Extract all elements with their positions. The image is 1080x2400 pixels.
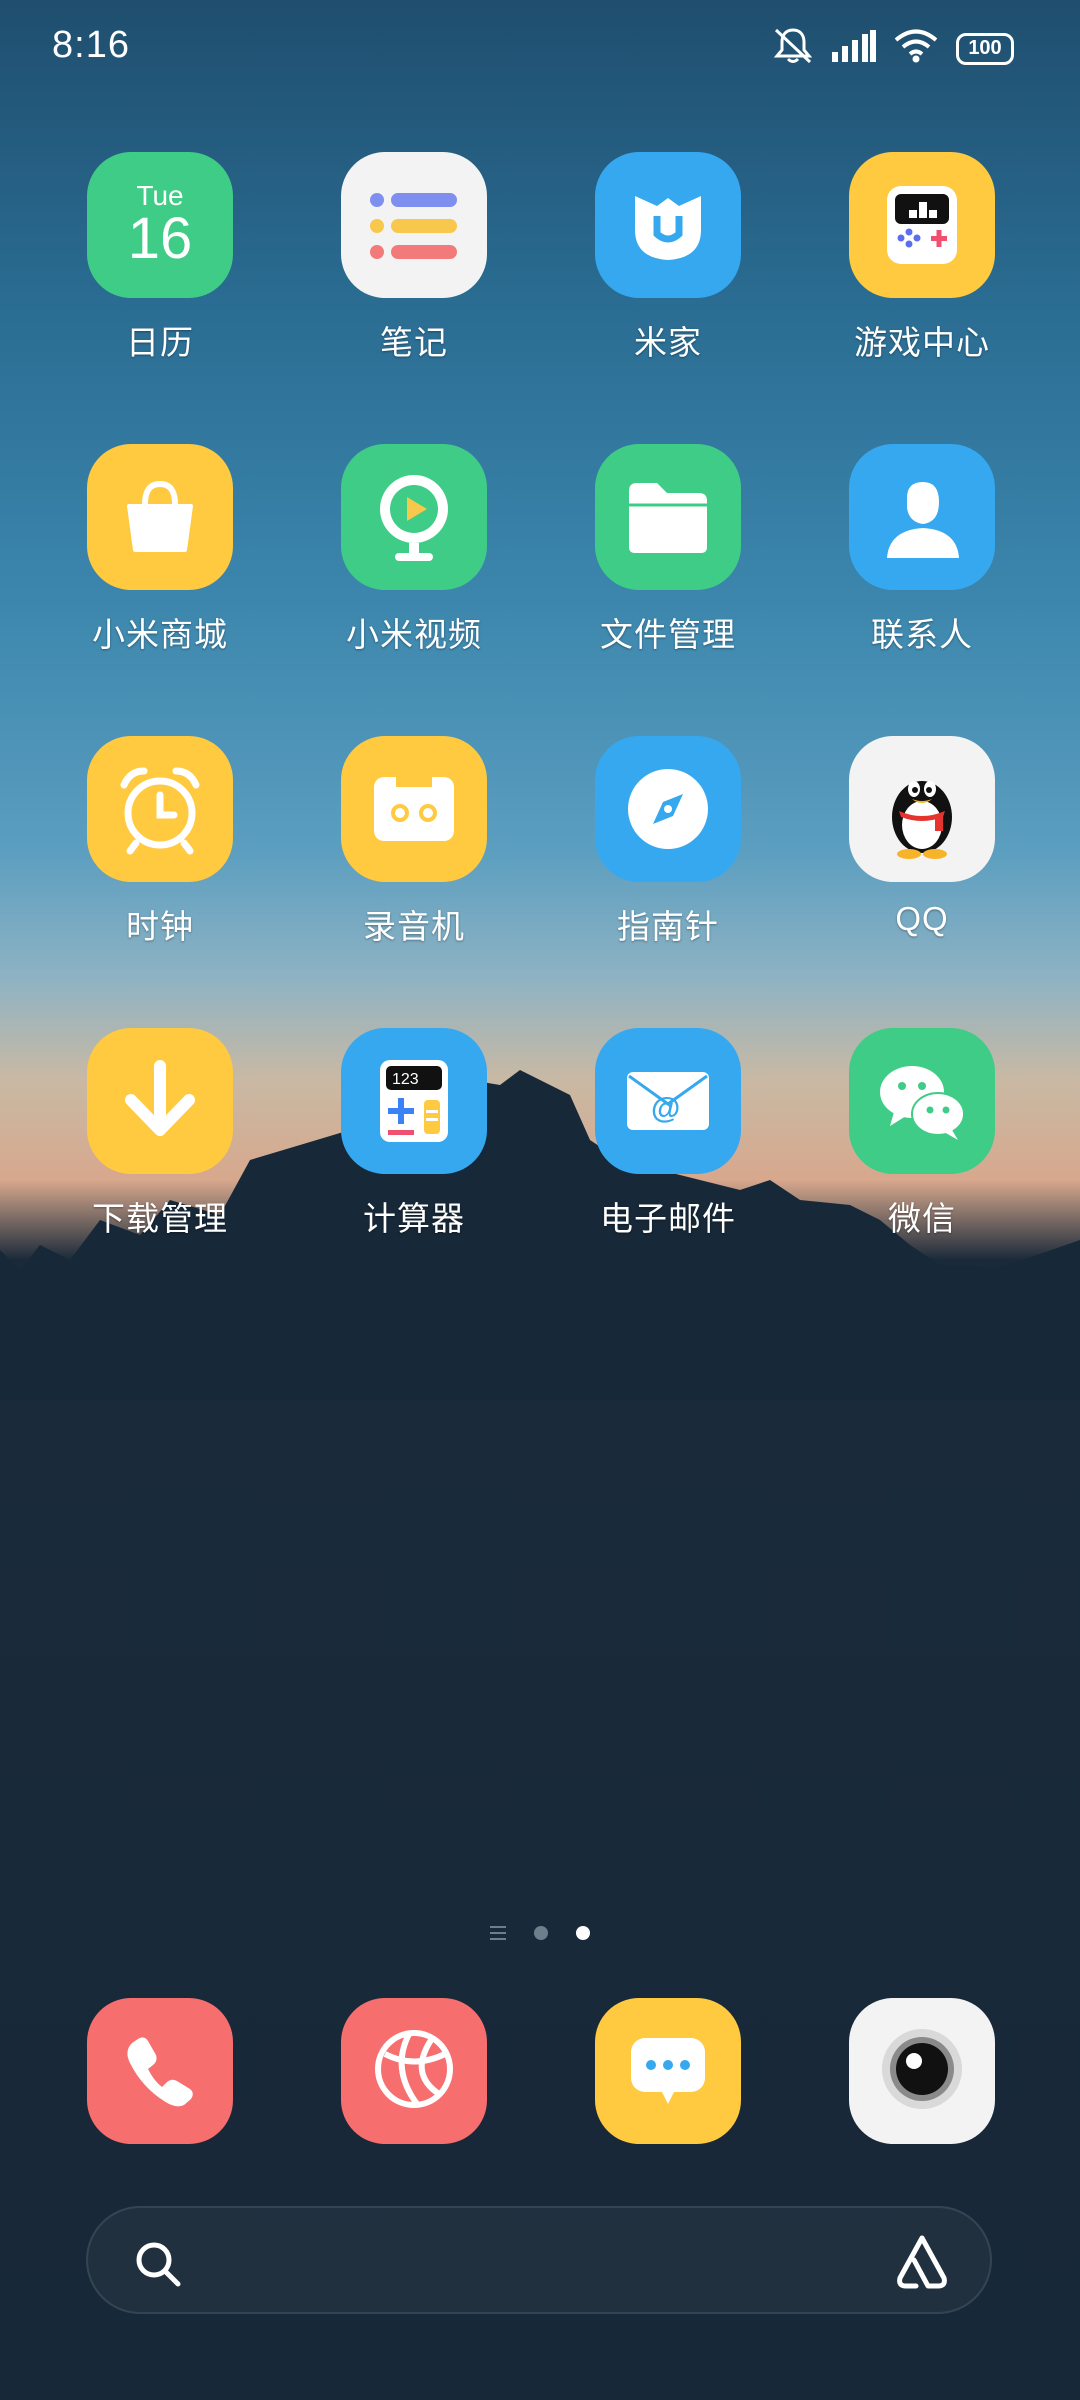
app-contacts[interactable]: 联系人	[795, 444, 1049, 684]
app-label: 录音机	[363, 908, 465, 945]
app-mi-video[interactable]: 小米视频	[287, 444, 541, 684]
app-label: 指南针	[617, 908, 719, 945]
calendar-date: 16	[127, 206, 193, 271]
email-icon: @	[595, 1028, 741, 1174]
messages-icon	[623, 2024, 713, 2119]
page-dot-2[interactable]	[576, 1926, 590, 1940]
app-wechat[interactable]: 微信	[795, 1028, 1049, 1268]
app-notes[interactable]: 笔记	[287, 152, 541, 392]
search-bar[interactable]	[86, 2206, 992, 2314]
app-file-manager[interactable]: 文件管理	[541, 444, 795, 684]
app-drawer-indicator-icon[interactable]	[490, 1926, 506, 1940]
compass-icon	[595, 736, 741, 882]
page-indicator[interactable]	[0, 1926, 1080, 1940]
file-manager-icon	[595, 444, 741, 590]
app-label: 米家	[634, 324, 702, 361]
svg-text:@: @	[651, 1092, 680, 1125]
app-calculator[interactable]: 123 计算器	[287, 1028, 541, 1268]
app-download[interactable]: 下载管理	[33, 1028, 287, 1268]
app-label: 联系人	[871, 616, 973, 653]
app-recorder[interactable]: 录音机	[287, 736, 541, 976]
battery-icon: 100	[956, 32, 1014, 65]
mi-store-icon	[87, 444, 233, 590]
app-email[interactable]: @ 电子邮件	[541, 1028, 795, 1268]
status-bar: 8:16 100	[0, 0, 1080, 100]
app-mi-home[interactable]: 米家	[541, 152, 795, 392]
app-label: 笔记	[380, 324, 448, 361]
app-qq[interactable]: QQ	[795, 736, 1049, 976]
browser-icon	[369, 2024, 459, 2119]
download-icon	[87, 1028, 233, 1174]
mi-video-icon	[341, 444, 487, 590]
app-game-center[interactable]: 游戏中心	[795, 152, 1049, 392]
camera-icon	[877, 2024, 967, 2119]
app-compass[interactable]: 指南针	[541, 736, 795, 976]
signal-icon	[832, 30, 876, 67]
dock-browser[interactable]	[341, 1998, 487, 2144]
contacts-icon	[849, 444, 995, 590]
phone-icon	[120, 2029, 200, 2114]
assistant-icon[interactable]	[892, 2232, 952, 2297]
wifi-icon	[894, 29, 938, 68]
app-label: 电子邮件	[600, 1200, 736, 1237]
search-icon[interactable]	[132, 2238, 184, 2295]
recorder-icon	[341, 736, 487, 882]
qq-icon	[849, 736, 995, 882]
dock-camera[interactable]	[849, 1998, 995, 2144]
game-center-icon	[849, 152, 995, 298]
app-label: 计算器	[363, 1200, 465, 1237]
app-label: 小米视频	[346, 616, 482, 653]
app-calendar[interactable]: Tue 16 日历	[33, 152, 287, 392]
app-label: 游戏中心	[854, 324, 990, 361]
dock-messages[interactable]	[595, 1998, 741, 2144]
app-label: 小米商城	[92, 616, 228, 653]
app-clock[interactable]: 时钟	[33, 736, 287, 976]
calendar-icon: Tue 16	[87, 152, 233, 298]
calculator-display: 123	[392, 1071, 419, 1088]
notes-icon	[341, 152, 487, 298]
wechat-icon	[849, 1028, 995, 1174]
status-icons: 100	[772, 26, 1014, 71]
app-mi-store[interactable]: 小米商城	[33, 444, 287, 684]
page-dot-1[interactable]	[534, 1926, 548, 1940]
app-label: 文件管理	[600, 616, 736, 653]
status-time: 8:16	[52, 24, 130, 66]
mi-home-icon	[595, 152, 741, 298]
app-label: QQ	[895, 900, 949, 937]
mute-icon	[772, 26, 814, 71]
dock-phone[interactable]	[87, 1998, 233, 2144]
app-label: 时钟	[126, 908, 194, 945]
app-label: 日历	[126, 324, 194, 361]
calculator-icon: 123	[341, 1028, 487, 1174]
app-label: 微信	[888, 1200, 956, 1237]
app-label: 下载管理	[92, 1200, 228, 1237]
clock-icon	[87, 736, 233, 882]
